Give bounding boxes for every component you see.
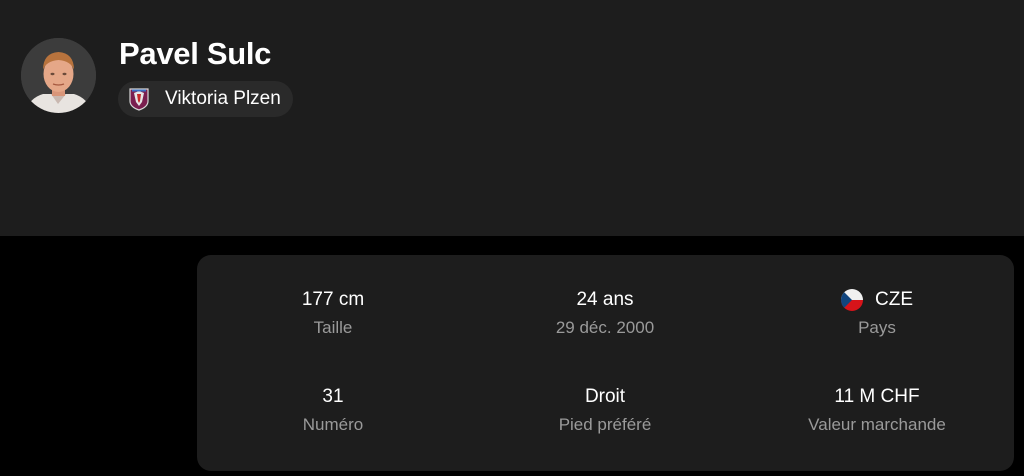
stat-age: 24 ans 29 déc. 2000 — [469, 288, 741, 339]
player-header: Pavel Sulc Viktoria Plzen — [0, 0, 1024, 236]
stat-market-value-label: Valeur marchande — [808, 415, 946, 434]
stat-foot-label: Pied préféré — [558, 415, 652, 434]
team-chip[interactable]: Viktoria Plzen — [118, 81, 293, 117]
stat-country-code: CZE — [875, 289, 913, 310]
stat-height: 177 cm Taille — [197, 288, 469, 339]
stat-foot: Droit Pied préféré — [469, 385, 741, 436]
stat-foot-value: Droit — [584, 386, 626, 407]
stat-number: 31 Numéro — [197, 385, 469, 436]
player-avatar[interactable] — [21, 38, 96, 113]
stat-market-value-value: 11 M CHF — [834, 386, 920, 407]
stat-birthdate-label: 29 déc. 2000 — [555, 318, 655, 337]
stat-country-label: Pays — [858, 318, 896, 337]
team-name: Viktoria Plzen — [165, 88, 281, 109]
viktoria-plzen-crest-icon — [129, 88, 149, 111]
stat-age-value: 24 ans — [576, 289, 634, 310]
czech-flag-icon — [841, 289, 863, 311]
stat-number-label: Numéro — [302, 415, 364, 434]
player-stats-card: 177 cm Taille 24 ans 29 déc. 2000 CZE Pa… — [197, 255, 1014, 471]
stat-market-value: 11 M CHF Valeur marchande — [741, 385, 1013, 436]
player-photo — [21, 38, 96, 113]
stat-country-value: CZE — [741, 288, 1013, 312]
stat-country: CZE Pays — [741, 288, 1013, 339]
player-name: Pavel Sulc — [119, 36, 272, 71]
stat-height-value: 177 cm — [301, 289, 365, 310]
stat-height-label: Taille — [313, 318, 353, 337]
stat-number-value: 31 — [322, 386, 344, 407]
